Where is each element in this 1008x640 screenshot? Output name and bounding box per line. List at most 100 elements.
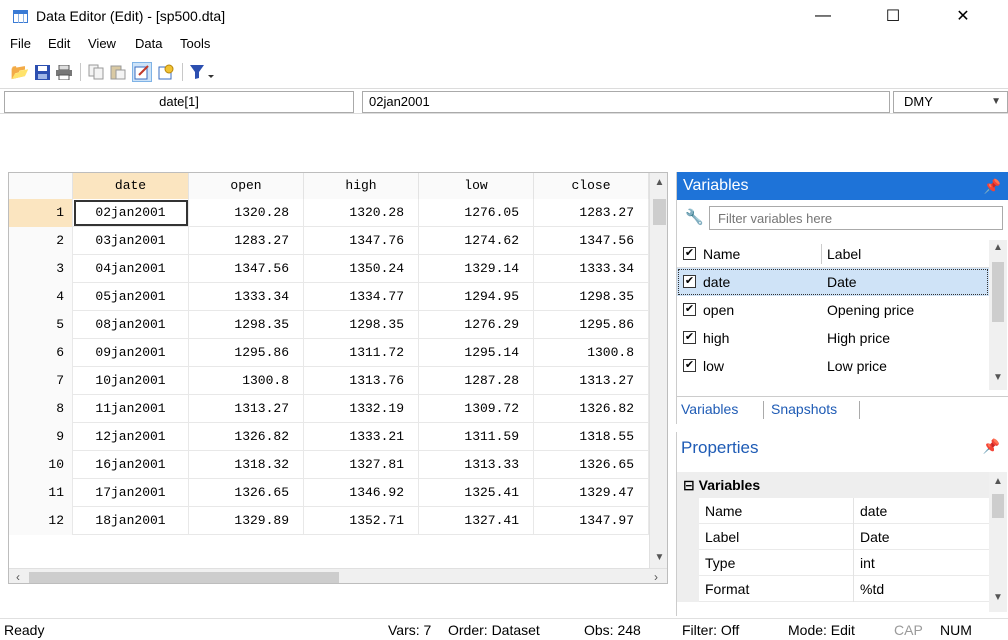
filter-variables-input[interactable] [709, 206, 1003, 230]
column-label-header[interactable]: Label [827, 246, 861, 262]
property-value[interactable]: int [853, 550, 989, 576]
cell-date[interactable]: 09jan2001 [73, 339, 189, 367]
row-number[interactable]: 6 [9, 339, 73, 367]
variable-checkbox[interactable]: ✔ [683, 275, 696, 288]
row-number[interactable]: 4 [9, 283, 73, 311]
cell-date[interactable]: 11jan2001 [73, 395, 189, 423]
table-row[interactable]: 4 05jan2001 1333.34 1334.77 1294.95 1298.35 [9, 283, 649, 311]
variable-checkbox[interactable]: ✔ [683, 303, 696, 316]
row-number[interactable]: 10 [9, 451, 73, 479]
cell-open[interactable]: 1298.35 [189, 311, 304, 339]
cell-date[interactable]: 02jan2001 [73, 199, 189, 227]
variables-scrollbar[interactable]: ▲ ▼ [989, 240, 1007, 390]
property-row[interactable]: Label Date [677, 524, 989, 550]
cell-low[interactable]: 1294.95 [419, 283, 534, 311]
cell-high[interactable]: 1334.77 [304, 283, 419, 311]
cell-close[interactable]: 1326.65 [534, 451, 649, 479]
cell-date[interactable]: 05jan2001 [73, 283, 189, 311]
cell-high[interactable]: 1333.21 [304, 423, 419, 451]
cell-close[interactable]: 1298.35 [534, 283, 649, 311]
menu-tools[interactable]: Tools [180, 36, 210, 51]
cell-open[interactable]: 1347.56 [189, 255, 304, 283]
scrollbar-thumb[interactable] [29, 572, 339, 583]
cell-open[interactable]: 1313.27 [189, 395, 304, 423]
pin-icon[interactable]: 📌 [984, 172, 1001, 200]
row-number[interactable]: 11 [9, 479, 73, 507]
print-icon[interactable] [54, 62, 74, 82]
row-number[interactable]: 9 [9, 423, 73, 451]
cell-open[interactable]: 1333.34 [189, 283, 304, 311]
maximize-button[interactable]: ☐ [870, 0, 916, 32]
wrench-icon[interactable]: 🔧 [685, 208, 704, 226]
browse-mode-icon[interactable] [156, 62, 176, 82]
property-row[interactable]: Name date [677, 498, 989, 524]
cell-close[interactable]: 1295.86 [534, 311, 649, 339]
cell-date[interactable]: 18jan2001 [73, 507, 189, 535]
data-grid[interactable]: date open high low close 1 02jan2001 1320.… [8, 172, 668, 584]
tab-snapshots[interactable]: Snapshots [771, 401, 837, 417]
property-value[interactable]: Date [853, 524, 989, 550]
table-row[interactable]: 9 12jan2001 1326.82 1333.21 1311.59 1318.55 [9, 423, 649, 451]
table-row[interactable]: 8 11jan2001 1313.27 1332.19 1309.72 1326.82 [9, 395, 649, 423]
table-row[interactable]: 12 18jan2001 1329.89 1352.71 1327.41 1347.97 [9, 507, 649, 535]
scroll-down-icon[interactable]: ▼ [989, 592, 1007, 603]
variable-row[interactable]: ✔ high High price [677, 324, 989, 352]
cell-date[interactable]: 17jan2001 [73, 479, 189, 507]
cell-date[interactable]: 12jan2001 [73, 423, 189, 451]
cell-close[interactable]: 1318.55 [534, 423, 649, 451]
cell-low[interactable]: 1295.14 [419, 339, 534, 367]
cell-high[interactable]: 1332.19 [304, 395, 419, 423]
cell-open[interactable]: 1295.86 [189, 339, 304, 367]
cell-low[interactable]: 1274.62 [419, 227, 534, 255]
scroll-up-icon[interactable]: ▲ [989, 476, 1007, 487]
table-row[interactable]: 5 08jan2001 1298.35 1298.35 1276.29 1295.86 [9, 311, 649, 339]
row-number[interactable]: 1 [9, 199, 73, 227]
cell-low[interactable]: 1329.14 [419, 255, 534, 283]
table-row[interactable]: 2 03jan2001 1283.27 1347.76 1274.62 1347.56 [9, 227, 649, 255]
open-icon[interactable]: 📂 [10, 62, 30, 82]
cell-high[interactable]: 1350.24 [304, 255, 419, 283]
grid-vertical-scrollbar[interactable]: ▲ ▼ [649, 173, 667, 568]
scroll-left-icon[interactable]: ‹ [9, 569, 27, 583]
cell-close[interactable]: 1329.47 [534, 479, 649, 507]
scrollbar-thumb[interactable] [653, 199, 666, 225]
scroll-up-icon[interactable]: ▲ [650, 173, 667, 193]
table-row[interactable]: 1 02jan2001 1320.28 1320.28 1276.05 1283.27 [9, 199, 649, 227]
cell-date[interactable]: 10jan2001 [73, 367, 189, 395]
column-header-low[interactable]: low [419, 173, 534, 199]
cell-high[interactable]: 1313.76 [304, 367, 419, 395]
variable-checkbox[interactable]: ✔ [683, 359, 696, 372]
cell-close[interactable]: 1313.27 [534, 367, 649, 395]
cell-open[interactable]: 1326.82 [189, 423, 304, 451]
grid-horizontal-scrollbar[interactable]: ‹ › [9, 568, 667, 583]
cell-open[interactable]: 1318.32 [189, 451, 304, 479]
copy-icon[interactable] [86, 62, 106, 82]
cell-low[interactable]: 1276.29 [419, 311, 534, 339]
scrollbar-thumb[interactable] [992, 262, 1004, 322]
cell-reference-field[interactable]: date[1] [4, 91, 354, 113]
cell-low[interactable]: 1327.41 [419, 507, 534, 535]
row-number-header[interactable] [9, 173, 73, 199]
cell-high[interactable]: 1320.28 [304, 199, 419, 227]
row-number[interactable]: 2 [9, 227, 73, 255]
cell-date[interactable]: 16jan2001 [73, 451, 189, 479]
date-format-select[interactable]: DMY ▼ [893, 91, 1008, 113]
cell-close[interactable]: 1347.56 [534, 227, 649, 255]
column-header-close[interactable]: close [534, 173, 649, 199]
cell-low[interactable]: 1313.33 [419, 451, 534, 479]
row-number[interactable]: 3 [9, 255, 73, 283]
cell-high[interactable]: 1298.35 [304, 311, 419, 339]
column-name-header[interactable]: Name [703, 246, 740, 262]
cell-date[interactable]: 03jan2001 [73, 227, 189, 255]
cell-date[interactable]: 08jan2001 [73, 311, 189, 339]
row-number[interactable]: 5 [9, 311, 73, 339]
filter-icon[interactable] [188, 62, 216, 82]
scroll-down-icon[interactable]: ▼ [989, 372, 1007, 383]
table-row[interactable]: 10 16jan2001 1318.32 1327.81 1313.33 1326.65 [9, 451, 649, 479]
scrollbar-thumb[interactable] [992, 494, 1004, 518]
cell-close[interactable]: 1283.27 [534, 199, 649, 227]
cell-close[interactable]: 1333.34 [534, 255, 649, 283]
cell-open[interactable]: 1320.28 [189, 199, 304, 227]
variable-row[interactable]: ✔ low Low price [677, 352, 989, 380]
edit-mode-icon[interactable] [132, 62, 152, 82]
